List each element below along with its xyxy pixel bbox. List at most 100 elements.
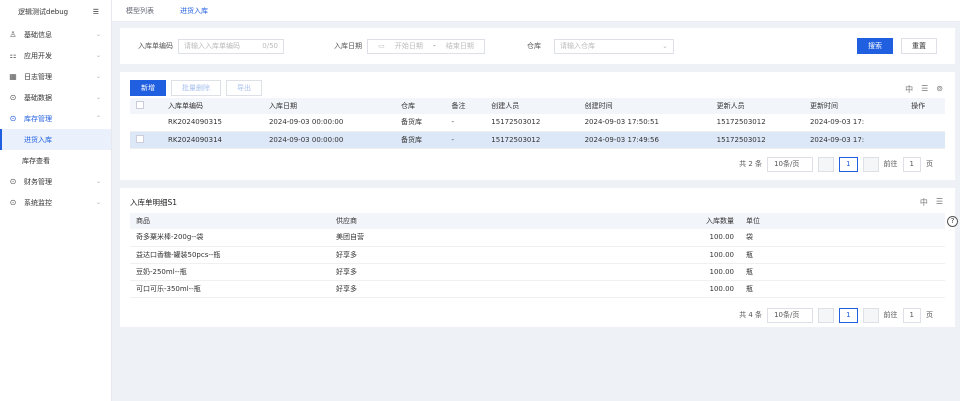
cell-remark: -	[445, 114, 486, 132]
code-placeholder: 请输入入库单编码	[184, 42, 240, 50]
sidebar-item-app-dev[interactable]: ⚏ 应用开发 ⌄	[0, 45, 111, 66]
detail-title: 入库单明细S1	[130, 198, 178, 207]
user-icon: ♙	[9, 30, 17, 39]
sidebar: 逻辑测试debug ☰ ♙ 基础信息 ⌄ ⚏ 应用开发 ⌄ ▦ 日志管理 ⌄ ⊙ 基础数据 ⌄ ⊙…	[0, 0, 112, 401]
add-button[interactable]: 新增	[130, 80, 166, 96]
sidebar-item-label: 基础数据	[24, 93, 52, 102]
column-header: 创建人员	[485, 98, 579, 114]
warehouse-label: 仓库	[527, 42, 541, 50]
code-input[interactable]: 请输入入库单编码 0/50	[178, 38, 284, 54]
code-label: 入库单编码	[138, 42, 173, 50]
search-button[interactable]: 搜索	[857, 38, 893, 54]
cell-code: RK2024090314	[162, 131, 263, 149]
table-row[interactable]: 豆奶-250ml--瓶 好享多 100.00 瓶	[130, 263, 945, 281]
row-checkbox[interactable]	[136, 134, 144, 143]
column-header: 仓库	[395, 98, 446, 114]
density-icon[interactable]: 中	[905, 84, 913, 95]
total-count: 共 2 条	[739, 160, 763, 168]
finance-icon: ⊙	[9, 177, 17, 186]
help-icon[interactable]: ?	[947, 216, 958, 227]
warehouse-select[interactable]: 请输入仓库 ⌄	[554, 38, 674, 54]
cell-unit: 瓶	[740, 246, 945, 264]
page-number[interactable]: 1	[839, 156, 858, 172]
density-icon[interactable]: 中	[920, 197, 928, 208]
prev-page-button[interactable]	[818, 307, 835, 323]
chevron-down-icon: ⌄	[95, 94, 101, 101]
sidebar-item-label: 库存管理	[24, 114, 52, 123]
search-form: 入库单编码 请输入入库单编码 0/50 入库日期 ▭ 开始日期 - 结束日期 仓库 请输…	[120, 28, 955, 64]
sidebar-item-label: 财务管理	[24, 177, 52, 186]
cell-created: 2024-09-03 17:50:51	[578, 114, 711, 132]
sidebar-item-label: 基础信息	[24, 30, 52, 39]
column-header[interactable]: 入库数量	[530, 213, 740, 229]
row-checkbox[interactable]	[136, 117, 144, 126]
chevron-down-icon: ⌄	[95, 31, 101, 38]
page-number[interactable]: 1	[839, 307, 858, 323]
table-header: 入库单编码 入库日期 仓库 备注 创建人员 创建时间 更新人员 更新时间 操作	[130, 98, 945, 114]
detail-card: 入库单明细S1 中 ☰ 商品 供应商 入库数量 单位 奇多粟米棒-200g--袋美…	[120, 188, 955, 327]
pagination: 共 2 条 10条/页 1 前往 1 页	[130, 156, 945, 172]
next-page-button[interactable]	[862, 156, 879, 172]
page-size-select[interactable]: 10条/页	[767, 156, 814, 172]
sidebar-item-finance[interactable]: ⊙ 财务管理 ⌄	[0, 171, 111, 192]
export-button[interactable]: 导出	[226, 80, 262, 96]
sidebar-item-label: 系统监控	[24, 198, 52, 207]
column-header[interactable]: 入库日期	[262, 98, 396, 114]
column-header[interactable]: 入库单编码	[162, 98, 263, 114]
cell-quantity: 100.00	[530, 246, 740, 264]
table-row[interactable]: RK2024090315 2024-09-03 00:00:00 备货库 -15172…	[130, 114, 945, 132]
settings-icon[interactable]: ⊚	[936, 84, 943, 95]
column-header[interactable]: 创建时间	[578, 98, 711, 114]
sidebar-item-basic-data[interactable]: ⊙ 基础数据 ⌄	[0, 87, 111, 108]
app-icon: ⚏	[9, 51, 17, 60]
cell-code: RK2024090315	[162, 114, 263, 132]
cell-updated: 2024-09-03 17:	[803, 131, 906, 149]
goto-input[interactable]: 1	[902, 156, 921, 172]
batch-delete-button[interactable]: 批量删除	[171, 80, 221, 96]
calendar-icon: ▦	[9, 72, 17, 81]
cell-supplier: 美团自营	[330, 229, 530, 247]
cell-supplier: 好享多	[330, 246, 530, 264]
tab-bar: 模型列表 进货入库	[112, 0, 960, 22]
page-size-select[interactable]: 10条/页	[767, 307, 814, 323]
cell-updated: 2024-09-03 17:	[803, 114, 906, 132]
cell-actions	[905, 114, 945, 132]
table-row[interactable]: RK2024090314 2024-09-03 00:00:00 备货库 -15172…	[130, 131, 945, 149]
date-range-input[interactable]: ▭ 开始日期 - 结束日期	[367, 38, 485, 54]
next-page-button[interactable]	[862, 307, 879, 323]
reset-button[interactable]: 重置	[901, 38, 937, 54]
sidebar-item-basic-info[interactable]: ♙ 基础信息 ⌄	[0, 24, 111, 45]
column-header[interactable]: 更新时间	[803, 98, 906, 114]
cell-quantity: 100.00	[530, 263, 740, 281]
tab-stock-in[interactable]: 进货入库	[180, 6, 208, 16]
page-unit: 页	[926, 311, 933, 319]
cell-date: 2024-09-03 00:00:00	[262, 131, 396, 149]
sidebar-item-monitor[interactable]: ⊙ 系统监控 ⌄	[0, 192, 111, 213]
column-settings-icon[interactable]: ☰	[921, 84, 928, 95]
sidebar-subitem-stock-in[interactable]: 进货入库	[0, 129, 111, 150]
goto-label: 前往	[883, 311, 898, 319]
cell-product: 可口可乐-350ml--瓶	[130, 280, 330, 298]
goto-label: 前往	[883, 160, 898, 168]
sidebar-item-inventory[interactable]: ⊙ 库存管理 ⌃	[0, 108, 111, 129]
table-row[interactable]: 益达口香糖-罐装50pcs--瓶 好享多 100.00 瓶	[130, 246, 945, 264]
prev-page-button[interactable]	[818, 156, 835, 172]
column-settings-icon[interactable]: ☰	[936, 197, 943, 208]
table-row[interactable]: 奇多粟米棒-200g--袋 美团自营 100.00 袋	[130, 229, 945, 247]
sidebar-item-log[interactable]: ▦ 日志管理 ⌄	[0, 66, 111, 87]
sidebar-subitem-stock-view[interactable]: 库存查看	[0, 150, 111, 171]
select-all-checkbox[interactable]	[136, 101, 144, 109]
goto-input[interactable]: 1	[902, 307, 921, 323]
chevron-up-icon: ⌃	[95, 115, 101, 122]
cell-remark: -	[445, 131, 486, 149]
tab-model-list[interactable]: 模型列表	[126, 6, 154, 16]
date-end: 结束日期	[445, 42, 474, 50]
cell-created: 2024-09-03 17:49:56	[578, 131, 711, 149]
cell-product: 豆奶-250ml--瓶	[130, 263, 330, 281]
column-header: 供应商	[330, 213, 530, 229]
collapse-menu-icon[interactable]: ☰	[93, 8, 99, 16]
date-label: 入库日期	[334, 42, 362, 50]
table-header: 商品 供应商 入库数量 单位	[130, 213, 945, 229]
table-row[interactable]: 可口可乐-350ml--瓶 好享多 100.00 瓶	[130, 280, 945, 298]
column-header[interactable]: 备注	[445, 98, 486, 114]
